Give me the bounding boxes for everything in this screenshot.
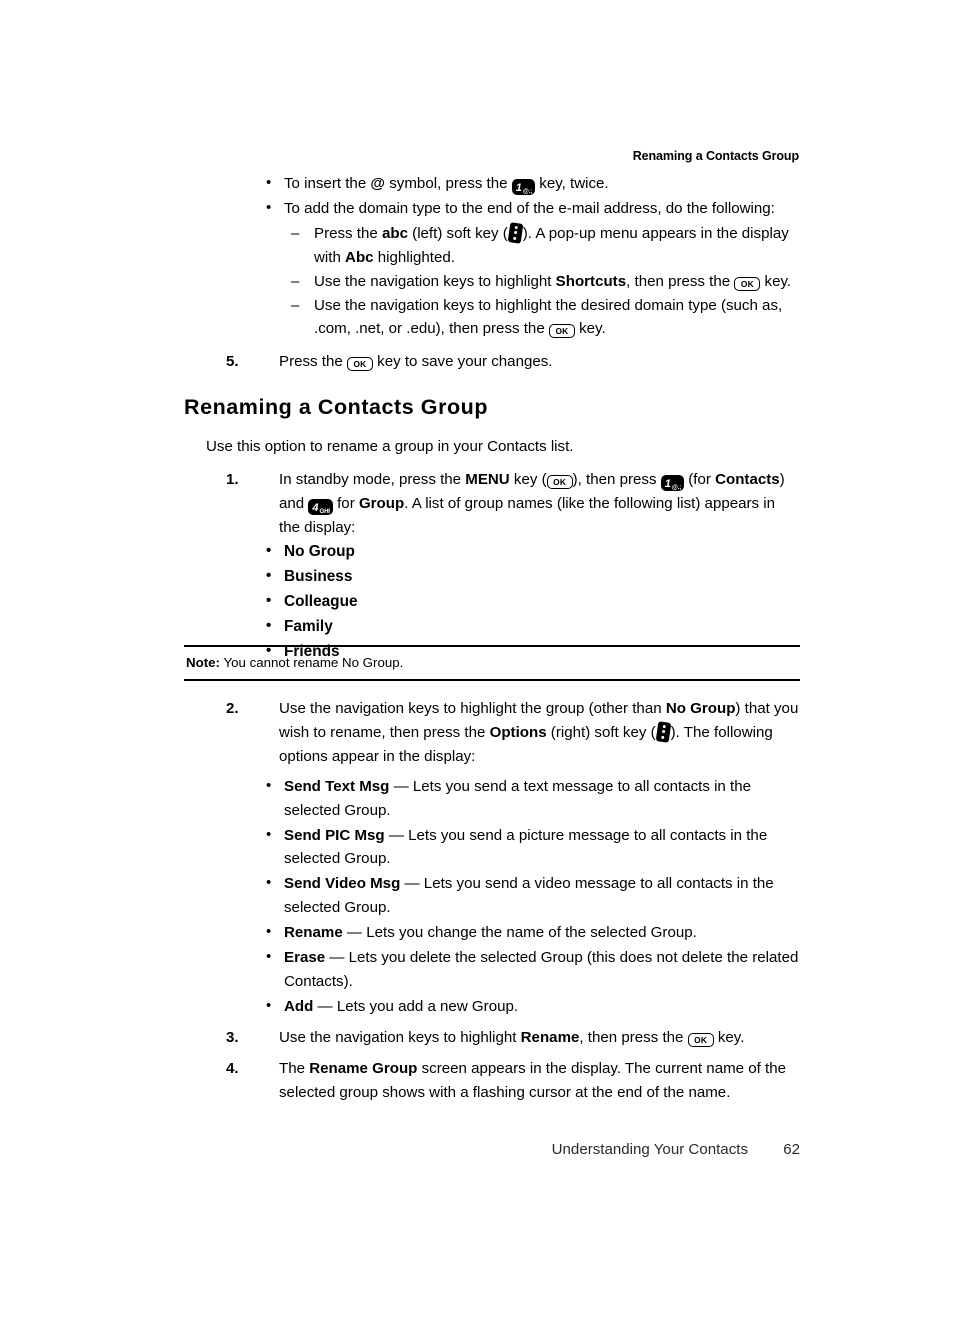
option-term: Send Text Msg bbox=[284, 777, 390, 795]
list-item: Send Video Msg — Lets you send a video m… bbox=[260, 871, 800, 920]
group-name-label: No Group bbox=[284, 542, 355, 560]
list-item: Erase — Lets you delete the selected Gro… bbox=[260, 945, 800, 994]
option-term: Add bbox=[284, 997, 314, 1015]
option-description: — Lets you delete the selected Group (th… bbox=[284, 949, 799, 990]
step-4: 4. The Rename Group screen appears in th… bbox=[226, 1057, 800, 1105]
step-text: Press the OK key to save your changes. bbox=[279, 353, 553, 372]
list-item: Add — Lets you add a new Group. bbox=[260, 994, 800, 1019]
ok-key-icon: OK bbox=[687, 1032, 714, 1047]
step-2: 2. Use the navigation keys to highlight … bbox=[226, 697, 800, 769]
options-list: Send Text Msg — Lets you send a text mes… bbox=[260, 774, 800, 1019]
list-item: Send PIC Msg — Lets you send a picture m… bbox=[260, 823, 800, 872]
soft-key-icon bbox=[507, 222, 524, 244]
top-bullet-list: To insert the @ symbol, press the 1@.; k… bbox=[260, 171, 800, 221]
ok-key-icon: OK bbox=[346, 357, 373, 372]
list-item: Send Text Msg — Lets you send a text mes… bbox=[260, 774, 800, 823]
step-text: The Rename Group screen appears in the d… bbox=[279, 1059, 787, 1101]
emphasis-text: Group bbox=[358, 495, 405, 513]
footer-title: Understanding Your Contacts bbox=[551, 1141, 748, 1158]
top-bullet-group: To insert the @ symbol, press the 1@.; k… bbox=[260, 171, 800, 221]
option-term: Send PIC Msg bbox=[284, 826, 385, 844]
emphasis-text: Rename bbox=[520, 1028, 580, 1046]
step-3: 3. Use the navigation keys to highlight … bbox=[226, 1026, 800, 1050]
emphasis-text: Shortcuts bbox=[555, 272, 627, 290]
list-item: No Group bbox=[260, 539, 800, 564]
note-block: Note: You cannot rename No Group. bbox=[184, 645, 800, 681]
group-name-label: Colleague bbox=[284, 592, 358, 610]
option-description: — Lets you change the name of the select… bbox=[342, 924, 697, 942]
note-text: Note: You cannot rename No Group. bbox=[184, 647, 800, 679]
option-term: Erase bbox=[284, 949, 326, 967]
step-number: 4. bbox=[226, 1059, 239, 1077]
emphasis-text: Abc bbox=[345, 248, 374, 266]
page-title: Renaming a Contacts Group bbox=[184, 395, 489, 420]
list-item: Use the navigation keys to highlight Sho… bbox=[289, 270, 800, 294]
step-number: 1. bbox=[226, 471, 239, 489]
group-name-label: Business bbox=[284, 567, 353, 585]
page-content: To insert the @ symbol, press the 1@.; k… bbox=[184, 171, 800, 664]
group-name-label: Family bbox=[284, 617, 333, 635]
numeric-key-1-icon: 1@.; bbox=[660, 475, 685, 492]
step-number: 2. bbox=[226, 700, 239, 717]
ok-key-icon: OK bbox=[734, 276, 761, 291]
soft-key-icon bbox=[655, 721, 671, 743]
options-group: Send Text Msg — Lets you send a text mes… bbox=[260, 774, 800, 1019]
emphasis-text: Contacts bbox=[715, 471, 780, 489]
section-intro: Use this option to rename a group in you… bbox=[206, 438, 574, 456]
dash-text: Press the abc (left) soft key (). A pop-… bbox=[314, 222, 789, 266]
sub-dash-group: Press the abc (left) soft key (). A pop-… bbox=[289, 222, 800, 342]
step-1: 1. In standby mode, press the MENU key (… bbox=[226, 468, 800, 540]
emphasis-text: No Group bbox=[665, 700, 736, 717]
option-term: Send Video Msg bbox=[284, 875, 401, 893]
note-rule-bottom bbox=[184, 679, 800, 681]
dash-text: Use the navigation keys to highlight Sho… bbox=[314, 272, 792, 291]
list-item: To add the domain type to the end of the… bbox=[260, 196, 800, 221]
footer-page-number: 62 bbox=[783, 1141, 800, 1158]
page-content-lower: 2. Use the navigation keys to highlight … bbox=[184, 697, 800, 1105]
option-term: Rename bbox=[284, 924, 343, 942]
step-number: 5. bbox=[226, 353, 239, 371]
ok-key-icon: OK bbox=[548, 324, 575, 339]
list-item: Rename — Lets you change the name of the… bbox=[260, 920, 800, 945]
list-item: To insert the @ symbol, press the 1@.; k… bbox=[260, 171, 800, 196]
note-label: Note: bbox=[186, 655, 220, 670]
bullet-text: To add the domain type to the end of the… bbox=[284, 199, 775, 217]
emphasis-text: abc bbox=[381, 224, 408, 242]
list-item: Use the navigation keys to highlight the… bbox=[289, 294, 800, 342]
at-symbol-icon: @ bbox=[370, 175, 386, 192]
list-item: Family bbox=[260, 614, 800, 639]
emphasis-text: MENU bbox=[465, 471, 510, 489]
bullet-text: To insert the @ symbol, press the 1@.; k… bbox=[284, 175, 609, 195]
step-5: 5. Press the OK key to save your changes… bbox=[226, 350, 800, 374]
numeric-key-1-icon: 1@.; bbox=[511, 179, 536, 195]
dash-text: Use the navigation keys to highlight the… bbox=[314, 296, 783, 339]
ok-key-icon: OK bbox=[546, 475, 573, 490]
list-item: Colleague bbox=[260, 589, 800, 614]
step-text: Use the navigation keys to highlight the… bbox=[279, 700, 799, 765]
running-header: Renaming a Contacts Group bbox=[632, 149, 799, 163]
note-body: You cannot rename No Group. bbox=[223, 655, 404, 670]
step-text: In standby mode, press the MENU key (OK)… bbox=[279, 471, 785, 536]
option-description: — Lets you add a new Group. bbox=[313, 997, 519, 1015]
emphasis-text: Options bbox=[489, 723, 547, 741]
list-item: Press the abc (left) soft key (). A pop-… bbox=[289, 222, 800, 270]
step-text: Use the navigation keys to highlight Ren… bbox=[279, 1028, 745, 1047]
list-item: Business bbox=[260, 564, 800, 589]
sub-dash-list: Press the abc (left) soft key (). A pop-… bbox=[289, 222, 800, 342]
numeric-key-4-icon: 4GHI bbox=[308, 499, 333, 516]
step-number: 3. bbox=[226, 1028, 239, 1046]
document-page: Renaming a Contacts Group To insert the … bbox=[0, 0, 954, 1319]
emphasis-text: Rename Group bbox=[309, 1059, 418, 1077]
